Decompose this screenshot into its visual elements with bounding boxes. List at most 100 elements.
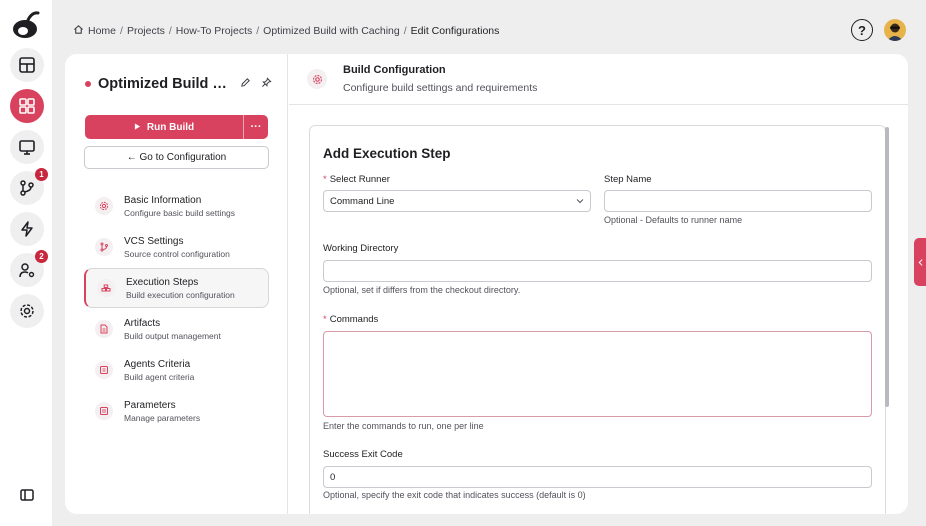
- breadcrumb-separator: /: [256, 25, 260, 37]
- pin-icon[interactable]: [261, 77, 272, 91]
- rail-settings-button[interactable]: [10, 294, 44, 328]
- nav-label: Artifacts: [124, 317, 161, 329]
- nav-desc: Manage parameters: [124, 412, 201, 423]
- app-logo-icon[interactable]: [10, 9, 42, 41]
- go-to-configuration-button[interactable]: ← Go to Configuration: [84, 146, 269, 169]
- exit-code-label: Success Exit Code: [323, 449, 403, 460]
- breadcrumb-separator: /: [403, 25, 407, 37]
- run-options-button[interactable]: ···: [244, 115, 268, 139]
- nav-vcs-settings[interactable]: VCS Settings Source control configuration: [84, 227, 269, 267]
- required-marker: *: [323, 174, 327, 185]
- play-icon: [134, 122, 141, 133]
- rail-dashboard-button[interactable]: [10, 48, 44, 82]
- rail-projects-button[interactable]: [10, 89, 44, 123]
- steps-icon: [97, 279, 115, 297]
- nav-label: Basic Information: [124, 194, 202, 206]
- rail-vcs-button[interactable]: 1: [10, 168, 48, 205]
- user-settings-icon: [19, 263, 35, 278]
- breadcrumb-separator: /: [120, 25, 123, 37]
- nav-label: Agents Criteria: [124, 358, 191, 370]
- config-nav: Basic Information Configure basic build s…: [84, 186, 269, 432]
- chevron-down-icon: [576, 199, 584, 204]
- run-build-label: Run Build: [146, 121, 195, 133]
- nav-label: Parameters: [124, 399, 176, 411]
- nav-desc: Source control configuration: [124, 248, 230, 259]
- build-title-row: Optimized Build wi...: [85, 76, 275, 92]
- working-dir-input[interactable]: [323, 260, 872, 282]
- vcs-count-badge: 1: [35, 168, 48, 181]
- breadcrumb: Home / Projects / How-To Projects / Opti…: [73, 24, 499, 38]
- working-dir-hint: Optional, set if differs from the checko…: [323, 285, 521, 295]
- status-dot: [85, 81, 91, 87]
- panel-title: Build Configuration: [343, 64, 446, 76]
- breadcrumb-projects[interactable]: Projects: [127, 25, 165, 37]
- form-heading: Add Execution Step: [323, 146, 451, 161]
- gear-icon: [307, 69, 327, 89]
- agent-icon: [95, 361, 113, 379]
- help-button[interactable]: ?: [851, 19, 873, 41]
- git-branch-icon: [20, 180, 34, 196]
- breadcrumb-separator: /: [168, 25, 172, 37]
- step-name-label: Step Name: [604, 174, 652, 185]
- monitor-icon: [19, 140, 35, 155]
- runner-select[interactable]: Command Line: [323, 190, 591, 212]
- runner-label-text: Select Runner: [329, 174, 390, 185]
- file-icon: [95, 320, 113, 338]
- nav-rail: 1 2: [0, 0, 52, 526]
- nav-desc: Configure basic build settings: [124, 207, 236, 218]
- working-dir-label: Working Directory: [323, 243, 399, 254]
- exit-code-input[interactable]: 0: [323, 466, 872, 488]
- runner-label: * Select Runner: [323, 174, 390, 185]
- form-scrollbar[interactable]: [885, 127, 889, 407]
- nav-agents-criteria[interactable]: Agents Criteria Build agent criteria: [84, 350, 269, 390]
- user-avatar[interactable]: [884, 19, 906, 41]
- rail-agents-button[interactable]: 2: [10, 250, 48, 287]
- required-marker: *: [323, 314, 327, 325]
- agents-count-badge: 2: [35, 250, 48, 263]
- rail-triggers-button[interactable]: [10, 212, 44, 246]
- breadcrumb-current: Edit Configurations: [410, 25, 500, 37]
- step-name-hint: Optional - Defaults to runner name: [604, 215, 743, 225]
- nav-desc: Build agent criteria: [124, 371, 195, 382]
- exit-code-hint: Optional, specify the exit code that ind…: [323, 490, 586, 500]
- panel-header: Build Configuration Configure build sett…: [289, 54, 908, 105]
- config-sidebar: Optimized Build wi... Run Build ··· ← Go…: [65, 54, 288, 514]
- nav-desc: Build output management: [124, 330, 221, 341]
- branch-icon: [95, 238, 113, 256]
- nav-desc: Build execution configuration: [126, 289, 235, 300]
- nav-artifacts[interactable]: Artifacts Build output management: [84, 309, 269, 349]
- commands-textarea[interactable]: [323, 331, 872, 417]
- breadcrumb-home[interactable]: Home: [88, 25, 116, 37]
- runner-select-value: Command Line: [330, 195, 395, 207]
- run-build-button[interactable]: Run Build: [85, 115, 244, 139]
- rail-monitor-button[interactable]: [10, 130, 44, 164]
- panel-subtitle: Configure build settings and requirement…: [343, 82, 538, 94]
- nav-label: VCS Settings: [124, 235, 184, 247]
- breadcrumb-build[interactable]: Optimized Build with Caching: [263, 25, 400, 37]
- commands-label: * Commands: [323, 314, 378, 325]
- nav-parameters[interactable]: Parameters Manage parameters: [84, 391, 269, 431]
- add-step-form: Add Execution Step * Select Runner Comman…: [309, 125, 886, 514]
- lightning-icon: [21, 221, 33, 237]
- home-icon[interactable]: [73, 24, 84, 38]
- main-card: Optimized Build wi... Run Build ··· ← Go…: [65, 54, 908, 514]
- collapse-sidebar-button[interactable]: [10, 478, 44, 512]
- sliders-icon: [95, 402, 113, 420]
- nav-label: Execution Steps: [126, 276, 199, 288]
- grid-icon: [19, 98, 35, 114]
- layout-icon: [19, 57, 35, 73]
- nav-basic-information[interactable]: Basic Information Configure basic build s…: [84, 186, 269, 226]
- commands-hint: Enter the commands to run, one per line: [323, 421, 484, 431]
- edit-icon[interactable]: [240, 77, 251, 91]
- step-name-input[interactable]: [604, 190, 872, 212]
- commands-label-text: Commands: [329, 314, 379, 325]
- gear-icon: [20, 304, 34, 318]
- expand-panel-tab[interactable]: [914, 238, 926, 286]
- nav-execution-steps[interactable]: Execution Steps Build execution configura…: [84, 268, 269, 308]
- chevron-left-icon: [918, 258, 923, 266]
- sidebar-toggle-icon: [20, 489, 34, 501]
- build-title: Optimized Build wi...: [98, 76, 230, 92]
- breadcrumb-howto-projects[interactable]: How-To Projects: [176, 25, 252, 37]
- gear-icon: [95, 197, 113, 215]
- run-build-button-group: Run Build ···: [85, 115, 268, 139]
